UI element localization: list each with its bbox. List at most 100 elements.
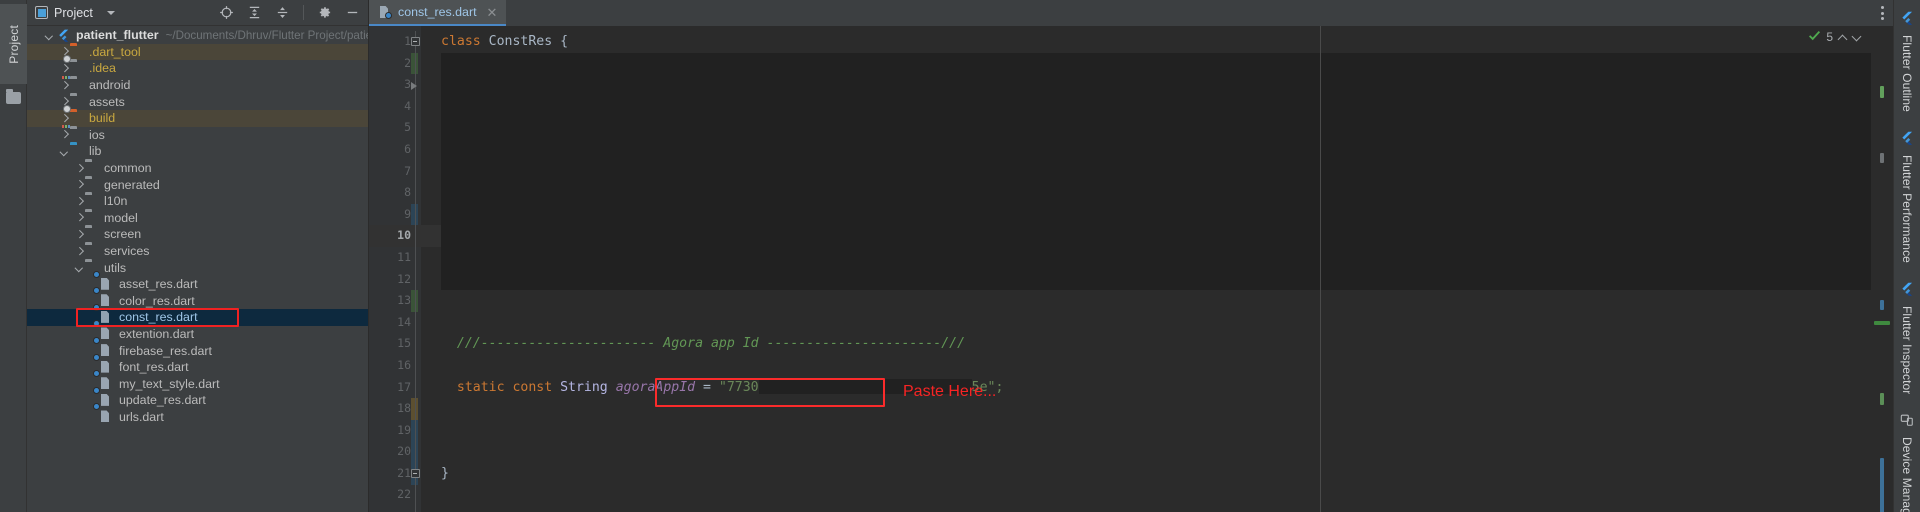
- project-tree[interactable]: patient_flutter ~/Documents/Dhruv/Flutte…: [27, 26, 368, 512]
- chevron-down-icon[interactable]: [106, 10, 115, 15]
- flutter-icon: [1900, 11, 1914, 30]
- chevron-up-icon[interactable]: [1838, 33, 1847, 42]
- stripe-marker-todo[interactable]: [1880, 153, 1884, 163]
- editor-tabbar-right: [1881, 0, 1893, 26]
- stripe-marker-modified[interactable]: [1880, 300, 1884, 310]
- code-line-1[interactable]: class ConstRes {: [421, 31, 1871, 53]
- error-stripe[interactable]: [1871, 26, 1893, 512]
- expand-all-icon[interactable]: [247, 5, 262, 20]
- tree-row-my-text-style-dart[interactable]: my_text_style.dart: [27, 370, 368, 392]
- code-line-20[interactable]: [421, 441, 1871, 463]
- stripe-marker-info[interactable]: [1880, 86, 1884, 98]
- code-line-15[interactable]: ///---------------------- Agora app Id -…: [421, 333, 1871, 355]
- tree-row-update-res-dart[interactable]: update_res.dart: [27, 386, 368, 409]
- editor-tab-const-res[interactable]: const_res.dart ✕: [369, 0, 507, 26]
- stripe-marker-info[interactable]: [1880, 393, 1884, 405]
- tree-row-label: asset_res.dart: [119, 277, 198, 292]
- dart-file-icon: [93, 403, 114, 423]
- tree-row-firebase-res-dart[interactable]: firebase_res.dart: [27, 337, 368, 359]
- chevron-down-icon[interactable]: [1852, 33, 1861, 42]
- tree-row-ios[interactable]: ios: [27, 125, 368, 144]
- tree-row--idea[interactable]: .idea: [27, 54, 368, 77]
- tree-row-l10n[interactable]: l10n: [27, 193, 368, 210]
- folder-icon: [63, 104, 84, 125]
- tree-row--dart-tool[interactable]: .dart_tool: [27, 43, 368, 61]
- inspection-widget[interactable]: 5: [1808, 29, 1861, 45]
- tree-row-model[interactable]: model: [27, 210, 368, 227]
- chevron-right-icon[interactable]: [59, 129, 70, 140]
- right-tool-tab-device-manager[interactable]: Device Manager: [1894, 407, 1920, 512]
- dart-file-icon: [93, 370, 114, 390]
- chevron-right-icon[interactable]: [59, 80, 70, 91]
- tree-row-label: screen: [104, 227, 142, 242]
- folder-icon: [63, 54, 84, 75]
- run-gutter-icon[interactable]: [411, 82, 417, 90]
- editor-gutter[interactable]: 1 2 3 4 5 6 7 8 9 10 11 12 13 14 15 16 17 18 19 20 21 22: [369, 26, 421, 512]
- tree-row-label: assets: [89, 94, 125, 109]
- collapse-all-icon[interactable]: [275, 5, 290, 20]
- tree-row-lib[interactable]: lib: [27, 143, 368, 160]
- code-line-21[interactable]: }: [421, 463, 1871, 485]
- tree-row-generated[interactable]: generated: [27, 176, 368, 193]
- tree-row-const-res-dart[interactable]: const_res.dart: [27, 303, 368, 326]
- chevron-right-icon[interactable]: [59, 113, 70, 124]
- code-line-22[interactable]: [421, 484, 1871, 506]
- tree-row-font-res-dart[interactable]: font_res.dart: [27, 353, 368, 376]
- gear-icon[interactable]: [317, 5, 332, 20]
- crosshair-target-icon[interactable]: [219, 5, 234, 20]
- chevron-right-icon[interactable]: [74, 246, 85, 257]
- tree-row-urls-dart[interactable]: urls.dart: [27, 403, 368, 426]
- chevron-right-icon[interactable]: [59, 63, 70, 74]
- code-line-14[interactable]: [421, 312, 1871, 334]
- code-line-16[interactable]: [421, 355, 1871, 377]
- more-options-vertical-icon[interactable]: [1881, 6, 1884, 20]
- tree-row-assets[interactable]: assets: [27, 93, 368, 110]
- tree-row-screen[interactable]: screen: [27, 226, 368, 243]
- chevron-right-icon[interactable]: [74, 163, 85, 174]
- code-token: {: [552, 34, 569, 49]
- code-editor[interactable]: class ConstRes { ///--------------------…: [421, 26, 1871, 512]
- chevron-down-icon[interactable]: [44, 30, 55, 41]
- tree-row-utils[interactable]: utils: [27, 259, 368, 276]
- project-panel-title[interactable]: Project: [35, 6, 115, 20]
- chevron-down-icon[interactable]: [74, 262, 85, 273]
- tree-row-services[interactable]: services: [27, 243, 368, 260]
- tree-row-extention-dart[interactable]: extention.dart: [27, 320, 368, 343]
- right-tool-tab-flutter-inspector[interactable]: Flutter Inspector: [1894, 276, 1920, 407]
- tree-row-root[interactable]: patient_flutter ~/Documents/Dhruv/Flutte…: [27, 27, 368, 44]
- chevron-right-icon[interactable]: [74, 212, 85, 223]
- code-line-18[interactable]: [421, 398, 1871, 420]
- code-line-19[interactable]: [421, 420, 1871, 442]
- fold-toggle-open[interactable]: [410, 37, 420, 46]
- code-line-17[interactable]: static const String agoraAppId = "7730 5e…: [421, 377, 1871, 399]
- tree-row-asset-res-dart[interactable]: asset_res.dart: [27, 270, 368, 293]
- chevron-down-icon[interactable]: [59, 146, 70, 157]
- minus-icon[interactable]: [345, 5, 360, 20]
- code-line-13[interactable]: [421, 290, 1871, 312]
- fold-toggle-close[interactable]: [410, 469, 420, 478]
- stripe-marker-changed-block[interactable]: [1880, 458, 1884, 512]
- tree-row-common[interactable]: common: [27, 160, 368, 177]
- right-tool-tab-flutter-performance[interactable]: Flutter Performance: [1894, 125, 1920, 276]
- folder-icon: [85, 162, 99, 175]
- folder-icon: [85, 178, 99, 191]
- tree-row-color-res-dart[interactable]: color_res.dart: [27, 287, 368, 310]
- device-manager-icon: [1900, 413, 1914, 432]
- right-tool-tab-label: Flutter Inspector: [1900, 305, 1914, 395]
- right-tool-tab-flutter-outline[interactable]: Flutter Outline: [1894, 5, 1920, 125]
- tree-row-android[interactable]: android: [27, 75, 368, 94]
- stripe-marker-caret[interactable]: [1874, 321, 1890, 325]
- folder-icon[interactable]: [6, 89, 21, 105]
- tree-row-build[interactable]: build: [27, 104, 368, 127]
- dart-file-icon: [93, 386, 114, 407]
- chevron-right-icon[interactable]: [74, 179, 85, 190]
- chevron-right-icon[interactable]: [74, 229, 85, 240]
- tree-row-label: extention.dart: [119, 326, 195, 341]
- folder-icon: [70, 45, 84, 58]
- close-icon[interactable]: ✕: [487, 6, 498, 19]
- tree-row-label: color_res.dart: [119, 293, 195, 308]
- right-tool-tab-label: Device Manager: [1900, 437, 1914, 512]
- chevron-right-icon[interactable]: [74, 196, 85, 207]
- tool-tab-project[interactable]: Project: [0, 4, 27, 84]
